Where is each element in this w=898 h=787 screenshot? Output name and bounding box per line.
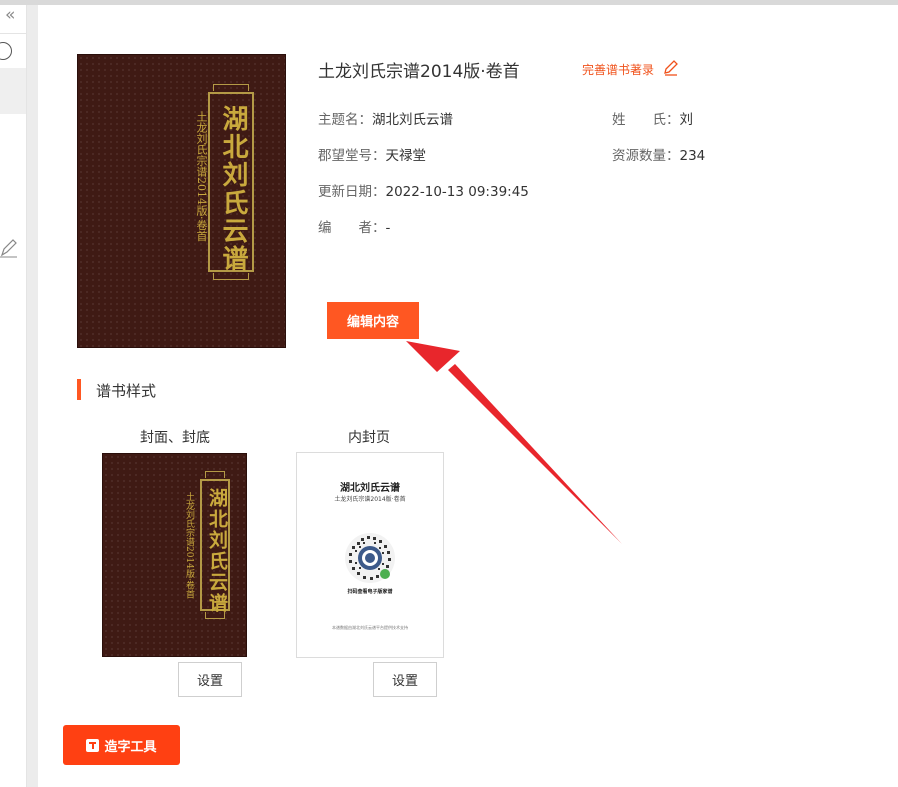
cover-main-title: 湖北刘氏云谱	[218, 105, 248, 273]
character-tool-button[interactable]: 造字工具	[63, 725, 180, 765]
field-editor: 编 者：-	[318, 220, 391, 236]
selected-panel-item[interactable]	[0, 68, 26, 114]
inner-page-footer: 本谱数据由湖北刘氏云谱平台提供技术支持	[332, 625, 408, 630]
panel-gutter	[27, 5, 38, 787]
qr-caption: 扫码查看电子版家谱	[347, 589, 393, 595]
edit-icon[interactable]	[662, 59, 680, 77]
inner-page-thumbnail[interactable]: 湖北刘氏云谱 土龙刘氏宗谱2014版·卷首 扫码查看电子版家谱 本谱数据由湖北刘…	[296, 452, 444, 658]
inner-page-subtitle: 土龙刘氏宗谱2014版·卷首	[334, 496, 406, 503]
book-title: 土龙刘氏宗谱2014版·卷首	[318, 62, 520, 82]
edit-content-button[interactable]: 编辑内容	[327, 302, 419, 339]
cover-subtitle: 土龙刘氏宗谱2014版·卷首	[195, 111, 208, 242]
inner-page-label: 内封页	[348, 430, 390, 446]
top-bar	[0, 0, 898, 5]
perfect-catalog-link[interactable]: 完善谱书著录	[582, 61, 654, 78]
divider	[0, 33, 26, 34]
character-tool-label: 造字工具	[104, 739, 157, 755]
cover-thumbnail[interactable]: 湖北刘氏云谱 土龙刘氏宗谱2014版·卷首	[102, 453, 247, 657]
qr-code-icon	[345, 533, 395, 583]
side-panel: «	[0, 5, 27, 787]
cover-main-title: 湖北刘氏云谱	[206, 488, 228, 614]
pencil-icon[interactable]	[0, 237, 18, 259]
field-theme: 主题名：湖北刘氏云谱	[318, 112, 453, 128]
radio-circle-icon[interactable]	[0, 42, 12, 60]
inner-page-title: 湖北刘氏云谱	[340, 483, 400, 494]
double-chevron-left-icon[interactable]: «	[5, 5, 15, 25]
field-hall-name: 郡望堂号：天禄堂	[318, 148, 426, 164]
section-accent-bar	[77, 379, 81, 400]
book-cover-image: 湖北刘氏云谱 土龙刘氏宗谱2014版·卷首	[77, 54, 286, 348]
cover-settings-button[interactable]: 设置	[178, 662, 242, 697]
field-surname: 姓 氏：刘	[612, 112, 693, 128]
inner-page-settings-button[interactable]: 设置	[373, 662, 437, 697]
cover-subtitle: 土龙刘氏宗谱2014版·卷首	[184, 492, 194, 599]
section-title: 谱书样式	[96, 382, 157, 400]
cover-style-label: 封面、封底	[140, 430, 210, 446]
field-update-date: 更新日期：2022-10-13 09:39:45	[318, 184, 529, 200]
font-tool-icon	[86, 738, 100, 752]
field-resource-count: 资源数量：234	[612, 148, 706, 164]
